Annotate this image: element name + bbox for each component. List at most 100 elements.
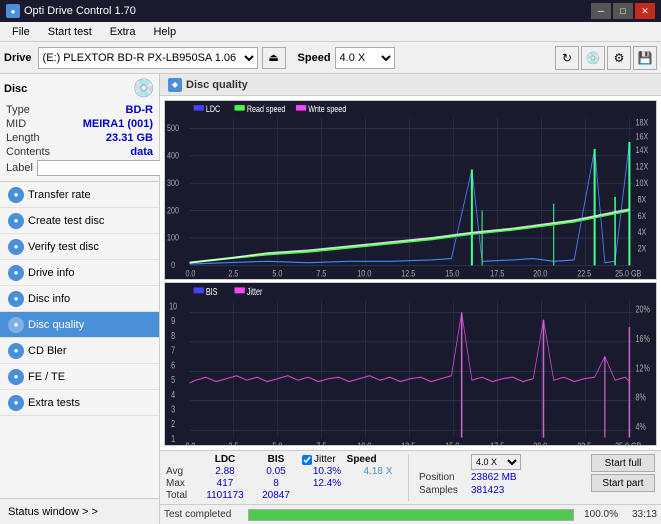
- sidebar-item-create-test-disc[interactable]: ● Create test disc: [0, 208, 159, 234]
- drive-select[interactable]: (E:) PLEXTOR BD-R PX-LB950SA 1.06: [38, 47, 258, 69]
- svg-text:4X: 4X: [638, 226, 647, 237]
- svg-text:17.5: 17.5: [490, 267, 504, 278]
- stats-avg-row: Avg 2.88 0.05 10.3% 4.18 X: [166, 466, 398, 477]
- disc-label-row: Label ✎: [4, 159, 155, 177]
- disc-button[interactable]: 💿: [581, 46, 605, 70]
- disc-title: Disc: [4, 83, 27, 95]
- time-text: 33:13: [622, 509, 657, 520]
- status-window-label: Status window > >: [8, 506, 98, 518]
- top-chart-svg: LDC Read speed Write speed 500 400 300 2…: [165, 101, 656, 279]
- sidebar-item-transfer-rate[interactable]: ●Transfer rate: [0, 182, 159, 208]
- svg-text:16%: 16%: [636, 333, 650, 345]
- menu-start-test[interactable]: Start test: [40, 24, 100, 40]
- content-header: ◆ Disc quality: [160, 74, 661, 96]
- nav-items: ●Transfer rate ● Create test disc ●Verify t…: [0, 182, 159, 416]
- speed-dropdown[interactable]: 4.0 X: [471, 454, 521, 470]
- sidebar-item-verify-test-disc[interactable]: ●Verify test disc: [0, 234, 159, 260]
- disc-header: Disc 💿: [4, 78, 155, 99]
- svg-text:5.0: 5.0: [272, 440, 282, 445]
- speed-value: 4.18 X: [358, 466, 398, 477]
- svg-text:LDC: LDC: [206, 103, 220, 114]
- disc-contents-label: Contents: [6, 146, 50, 158]
- close-button[interactable]: ✕: [635, 3, 655, 19]
- create-test-disc-label: Create test disc: [28, 215, 104, 227]
- content-title: Disc quality: [186, 79, 248, 91]
- svg-text:9: 9: [171, 315, 175, 327]
- max-bis: 8: [256, 478, 296, 489]
- svg-text:22.5: 22.5: [577, 440, 591, 445]
- svg-text:16X: 16X: [636, 130, 649, 141]
- svg-text:7.5: 7.5: [316, 440, 326, 445]
- status-window-button[interactable]: Status window > >: [0, 498, 159, 524]
- titlebar: ● Opti Drive Control 1.70 ─ □ ✕: [0, 0, 661, 22]
- svg-text:2.5: 2.5: [228, 440, 238, 445]
- disc-mid-label: MID: [6, 118, 26, 130]
- stats-ldc-header: LDC: [200, 454, 250, 465]
- menu-extra[interactable]: Extra: [102, 24, 144, 40]
- bottom-bar: Test completed 100.0% 33:13: [160, 504, 661, 524]
- svg-text:3: 3: [171, 403, 175, 415]
- disc-contents-value: data: [130, 146, 153, 158]
- eject-button[interactable]: ⏏: [262, 47, 286, 69]
- jitter-checkbox[interactable]: [302, 455, 312, 465]
- disc-info-icon: ●: [8, 291, 24, 307]
- svg-text:20%: 20%: [636, 303, 650, 315]
- save-button[interactable]: 💾: [633, 46, 657, 70]
- max-jitter: 12.4%: [302, 478, 352, 489]
- maximize-button[interactable]: □: [613, 3, 633, 19]
- svg-text:8: 8: [171, 330, 175, 342]
- extra-tests-icon: ●: [8, 395, 24, 411]
- disc-panel: Disc 💿 Type BD-R MID MEIRA1 (001) Length…: [0, 74, 159, 182]
- start-full-button[interactable]: Start full: [591, 454, 655, 472]
- svg-text:12.5: 12.5: [401, 267, 415, 278]
- svg-text:15.0: 15.0: [445, 440, 459, 445]
- svg-text:12X: 12X: [636, 160, 649, 171]
- svg-text:Write speed: Write speed: [308, 103, 346, 114]
- disc-quality-label: Disc quality: [28, 319, 84, 331]
- svg-text:8X: 8X: [638, 193, 647, 204]
- fe-te-label: FE / TE: [28, 371, 65, 383]
- main-area: Disc 💿 Type BD-R MID MEIRA1 (001) Length…: [0, 74, 661, 524]
- avg-bis: 0.05: [256, 466, 296, 477]
- sidebar-item-disc-info[interactable]: ●Disc info: [0, 286, 159, 312]
- sidebar-item-fe-te[interactable]: ●FE / TE: [0, 364, 159, 390]
- cd-bler-label: CD Bler: [28, 345, 67, 357]
- total-bis: 20847: [256, 490, 296, 501]
- menu-help[interactable]: Help: [145, 24, 184, 40]
- svg-text:2.5: 2.5: [228, 267, 238, 278]
- sidebar-item-cd-bler[interactable]: ●CD Bler: [0, 338, 159, 364]
- jitter-label: Jitter: [314, 454, 336, 465]
- progress-text: 100.0%: [578, 509, 618, 520]
- disc-mid-value: MEIRA1 (001): [83, 118, 153, 130]
- sidebar-item-extra-tests[interactable]: ●Extra tests: [0, 390, 159, 416]
- app-title: Opti Drive Control 1.70: [24, 5, 136, 17]
- refresh-button[interactable]: ↻: [555, 46, 579, 70]
- svg-text:6X: 6X: [638, 210, 647, 221]
- sidebar: Disc 💿 Type BD-R MID MEIRA1 (001) Length…: [0, 74, 160, 524]
- disc-label-input[interactable]: [37, 160, 171, 176]
- bottom-chart: BIS Jitter 10 9 8 7 6 5 4 3 2 1 20%: [164, 282, 657, 446]
- disc-type-row: Type BD-R: [4, 103, 155, 117]
- stats-panel: LDC BIS Jitter Speed Avg 2.88 0.05 10.3%…: [160, 450, 661, 504]
- stats-jitter-header: Jitter: [302, 454, 336, 465]
- svg-text:Read speed: Read speed: [247, 103, 286, 114]
- disc-length-label: Length: [6, 132, 40, 144]
- minimize-button[interactable]: ─: [591, 3, 611, 19]
- start-part-button[interactable]: Start part: [591, 474, 655, 492]
- speed-select[interactable]: 4.0 X: [335, 47, 395, 69]
- svg-text:300: 300: [167, 177, 179, 188]
- speed-setting-label: [419, 454, 467, 470]
- sidebar-item-disc-quality[interactable]: ●Disc quality: [0, 312, 159, 338]
- samples-value: 381423: [471, 485, 504, 496]
- svg-text:400: 400: [167, 149, 179, 160]
- samples-row: Samples 381423: [419, 485, 521, 496]
- charts-area: LDC Read speed Write speed 500 400 300 2…: [160, 96, 661, 450]
- sidebar-item-drive-info[interactable]: ●Drive info: [0, 260, 159, 286]
- disc-mid-row: MID MEIRA1 (001): [4, 117, 155, 131]
- settings-button[interactable]: ⚙: [607, 46, 631, 70]
- app-icon: ●: [6, 4, 20, 18]
- create-test-disc-icon: ●: [8, 213, 24, 229]
- verify-test-disc-icon: ●: [8, 239, 24, 255]
- stats-header-row: LDC BIS Jitter Speed: [166, 454, 398, 465]
- menu-file[interactable]: File: [4, 24, 38, 40]
